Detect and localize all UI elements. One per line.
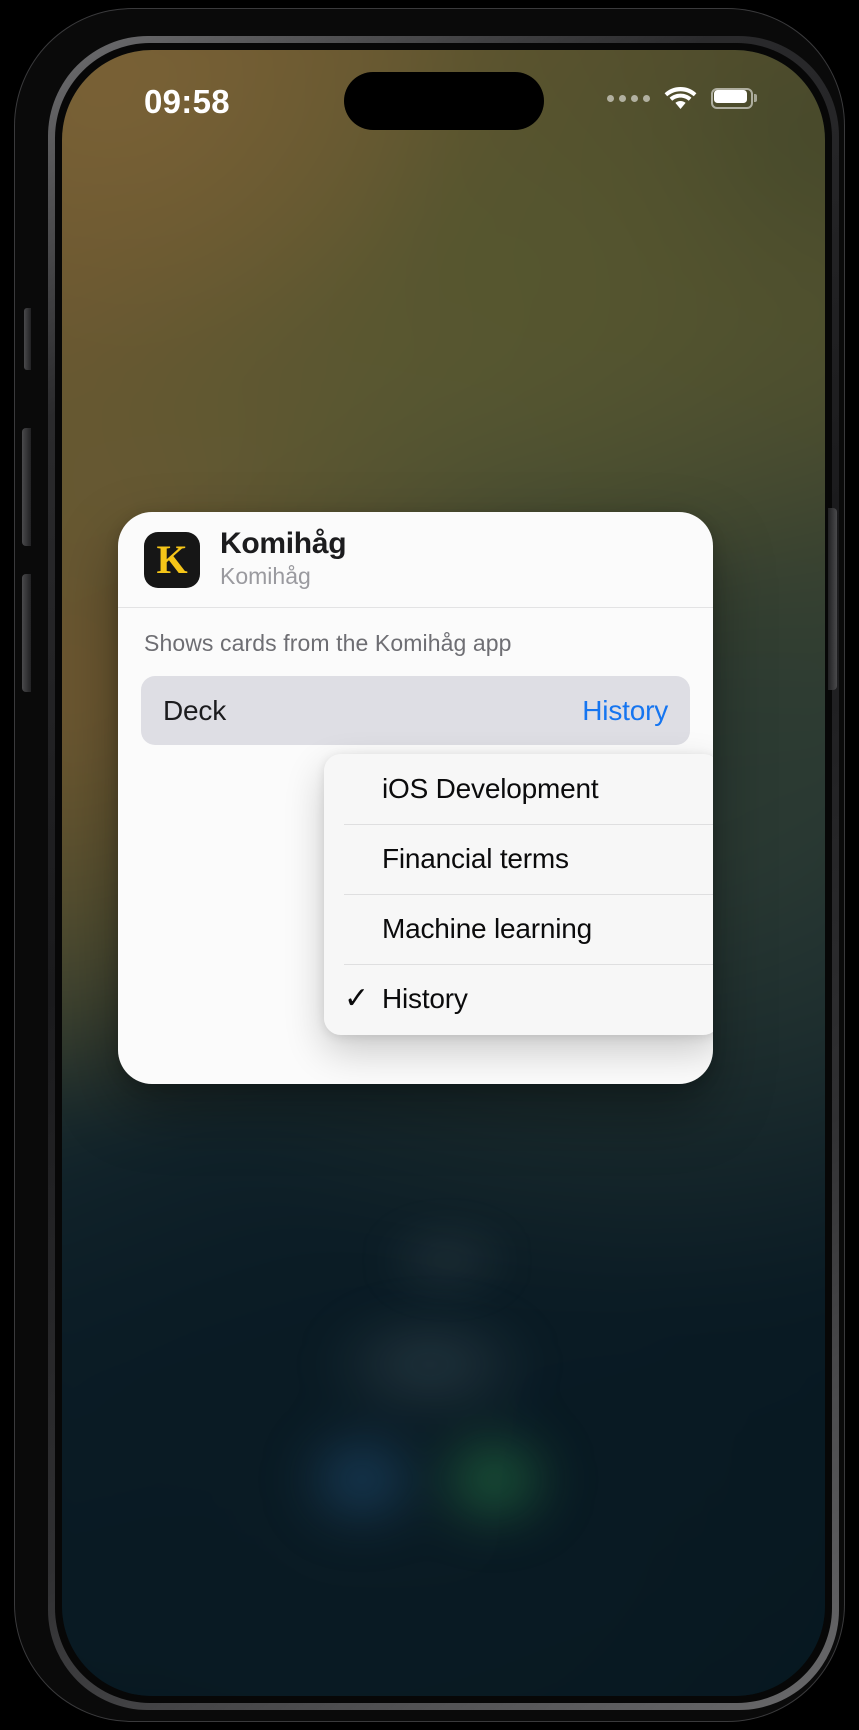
widget-configuration-card: K Komihåg Komihåg Shows cards from the K…	[118, 512, 713, 1084]
dropdown-item-label: iOS Development	[382, 773, 599, 804]
volume-up-button[interactable]	[22, 428, 31, 546]
battery-full-icon	[711, 87, 757, 109]
blurred-home-folder	[362, 1225, 532, 1295]
dropdown-item-financial-terms[interactable]: Financial terms	[324, 824, 713, 894]
widget-description: Shows cards from the Komihåg app	[144, 630, 512, 656]
app-icon-letter-glyph: K	[156, 536, 188, 582]
wifi-icon	[664, 87, 697, 109]
status-bar-time: 09:58	[144, 83, 230, 120]
widget-app-subtitle: Komihåg	[220, 563, 311, 590]
dropdown-item-label: Financial terms	[382, 843, 569, 874]
dropdown-item-label: Machine learning	[382, 913, 593, 944]
deck-selector-value[interactable]: History	[582, 695, 668, 727]
device-frame: 09:58 K Komihåg Komihåg Shows cards from…	[14, 8, 845, 1722]
widget-title: Komihåg	[220, 527, 347, 560]
card-header: K Komihåg Komihåg	[118, 512, 713, 608]
phone-screen: 09:58 K Komihåg Komihåg Shows cards from…	[62, 50, 825, 1696]
dropdown-item-history[interactable]: ✓ History	[324, 964, 713, 1034]
status-bar: 09:58	[62, 50, 825, 160]
dropdown-item-machine-learning[interactable]: Machine learning	[324, 894, 713, 964]
deck-selector-label: Deck	[163, 694, 226, 726]
deck-selector-row[interactable]: Deck History	[141, 676, 690, 745]
volume-down-button[interactable]	[22, 574, 31, 692]
komihag-app-icon: K	[144, 531, 200, 588]
blurred-dock-icons	[242, 1300, 642, 1530]
dynamic-island	[343, 72, 544, 130]
signal-dots-icon	[607, 94, 650, 102]
dropdown-item-label: History	[382, 983, 468, 1014]
dropdown-item-ios-development[interactable]: iOS Development	[324, 754, 713, 824]
status-bar-indicators	[607, 86, 757, 110]
app-title-block: Komihåg Komihåg	[220, 527, 347, 591]
checkmark-icon: ✓	[344, 982, 369, 1015]
silent-switch-button[interactable]	[24, 308, 31, 370]
power-button[interactable]	[828, 508, 837, 690]
deck-options-dropdown[interactable]: iOS Development Financial terms Machine …	[324, 754, 713, 1035]
